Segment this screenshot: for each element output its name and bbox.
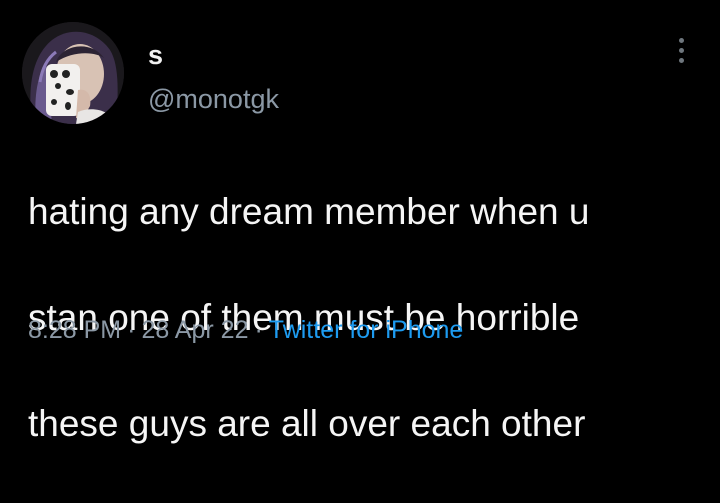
dot-icon	[678, 48, 684, 53]
meta-separator: ·	[254, 316, 263, 344]
tweet-card: s @monotgk hating any dream member when …	[0, 0, 720, 444]
meta-separator: ·	[127, 316, 136, 344]
dot-icon	[678, 58, 684, 63]
more-vertical-icon[interactable]	[676, 38, 686, 74]
display-name[interactable]: s	[148, 40, 163, 70]
user-handle[interactable]: @monotgk	[148, 84, 279, 114]
tweet-meta: 8:28 PM · 28 Apr 22 · Twitter for iPhone	[28, 314, 463, 346]
tweet-source-link[interactable]: Twitter for iPhone	[269, 316, 464, 344]
tweet-date[interactable]: 28 Apr 22	[141, 316, 248, 344]
tweet-time[interactable]: 8:28 PM	[28, 316, 121, 344]
tweet-text-line: these guys are all over each other	[28, 403, 586, 444]
dot-icon	[678, 38, 684, 43]
avatar-photo	[22, 22, 124, 124]
tweet-text-line: hating any dream member when u	[28, 191, 590, 232]
avatar[interactable]	[22, 22, 124, 124]
